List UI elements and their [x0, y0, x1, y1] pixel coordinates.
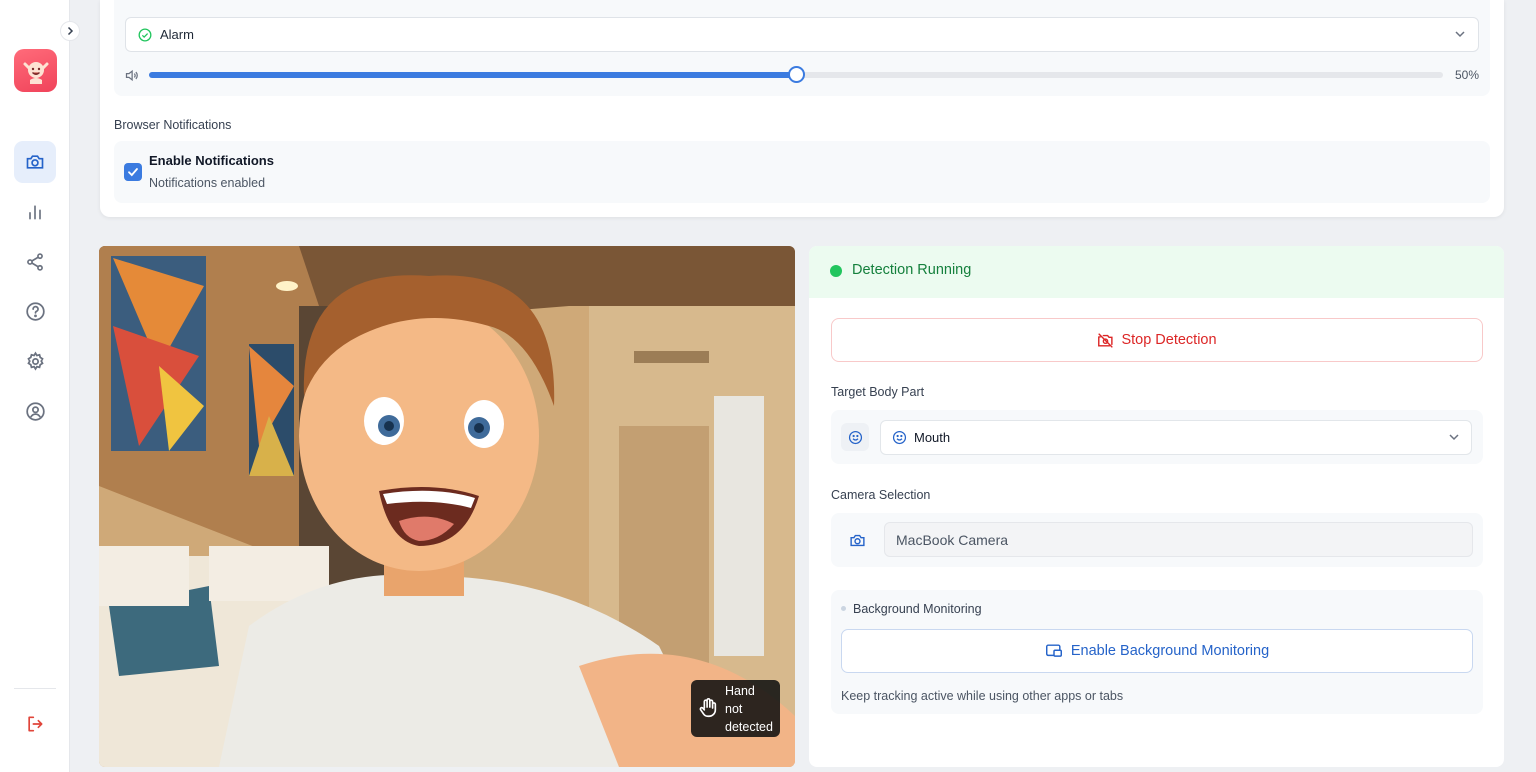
- enable-background-monitoring-button[interactable]: Enable Background Monitoring: [841, 629, 1473, 673]
- target-body-part-value: Mouth: [914, 430, 951, 445]
- notifications-status: Notifications enabled: [149, 176, 266, 190]
- notifications-panel: [114, 141, 1490, 203]
- camera-selection-icon-box: [843, 526, 871, 554]
- enable-notifications-checkbox[interactable]: [124, 163, 142, 181]
- stop-detection-button[interactable]: Stop Detection: [831, 318, 1483, 362]
- check-circle-icon: [138, 28, 152, 41]
- hand-status-line-2: not: [725, 702, 743, 716]
- logout-button[interactable]: [14, 703, 56, 745]
- enable-notifications-title: Enable Notifications: [149, 153, 274, 168]
- detection-status-text: Detection Running: [852, 262, 972, 278]
- volume-value: 50%: [1455, 68, 1480, 82]
- enable-background-monitoring-label: Enable Background Monitoring: [1070, 643, 1270, 659]
- camera-off-icon: [1098, 332, 1114, 348]
- sidebar-item-profile[interactable]: [14, 390, 56, 432]
- help-circle-icon: [25, 301, 45, 321]
- picture-in-picture-icon: [1045, 644, 1062, 657]
- share-icon: [27, 253, 43, 271]
- gear-icon: [26, 351, 44, 371]
- background-monitoring-label: Background Monitoring: [853, 602, 982, 616]
- volume-slider-thumb[interactable]: [788, 66, 805, 83]
- sidebar-item-share[interactable]: [14, 241, 56, 283]
- hand-status-line-1: Hand: [725, 684, 755, 698]
- user-circle-icon: [25, 401, 45, 421]
- sidebar-item-settings[interactable]: [14, 340, 56, 382]
- sidebar-item-stats[interactable]: [14, 191, 56, 233]
- sound-select-value: Alarm: [160, 27, 194, 42]
- browser-notifications-label: Browser Notifications: [114, 118, 232, 132]
- background-monitoring-dot: [841, 606, 846, 611]
- hand-status-line-3: detected: [725, 720, 773, 734]
- sidebar-item-camera[interactable]: [14, 141, 56, 183]
- target-face-icon-box: [841, 423, 869, 451]
- chevron-down-icon: [1455, 31, 1465, 38]
- camera-selection-field[interactable]: MacBook Camera: [884, 522, 1473, 557]
- checkmark-icon: [128, 168, 138, 177]
- sidebar-divider: [14, 688, 56, 689]
- camera-selection-value: MacBook Camera: [896, 531, 1009, 548]
- sidebar-item-help[interactable]: [14, 290, 56, 332]
- hand-icon: [699, 698, 717, 718]
- volume-icon: [125, 69, 138, 82]
- target-body-part-label: Target Body Part: [831, 385, 925, 399]
- logout-icon: [28, 716, 43, 732]
- sidebar: [0, 0, 70, 772]
- chevron-right-icon: [67, 26, 74, 36]
- camera-icon: [26, 155, 44, 169]
- app-logo[interactable]: [14, 49, 57, 92]
- smile-icon: [892, 430, 907, 445]
- chevron-down-icon: [1449, 434, 1459, 441]
- camera-icon: [849, 534, 865, 546]
- smile-icon: [848, 430, 862, 444]
- volume-slider[interactable]: [149, 66, 1443, 83]
- status-dot: [830, 265, 842, 277]
- background-monitoring-help: Keep tracking active while using other a…: [841, 689, 1124, 703]
- target-body-part-select[interactable]: Mouth: [880, 420, 1472, 455]
- sidebar-expand-button[interactable]: [60, 21, 80, 41]
- app-logo-icon: [23, 61, 48, 84]
- volume-slider-fill: [149, 72, 796, 78]
- sound-select[interactable]: Alarm: [125, 17, 1479, 52]
- bar-chart-icon: [29, 205, 41, 220]
- hand-status-badge: Hand not detected: [691, 680, 780, 737]
- stop-detection-label: Stop Detection: [1121, 332, 1217, 348]
- camera-selection-label: Camera Selection: [831, 488, 931, 502]
